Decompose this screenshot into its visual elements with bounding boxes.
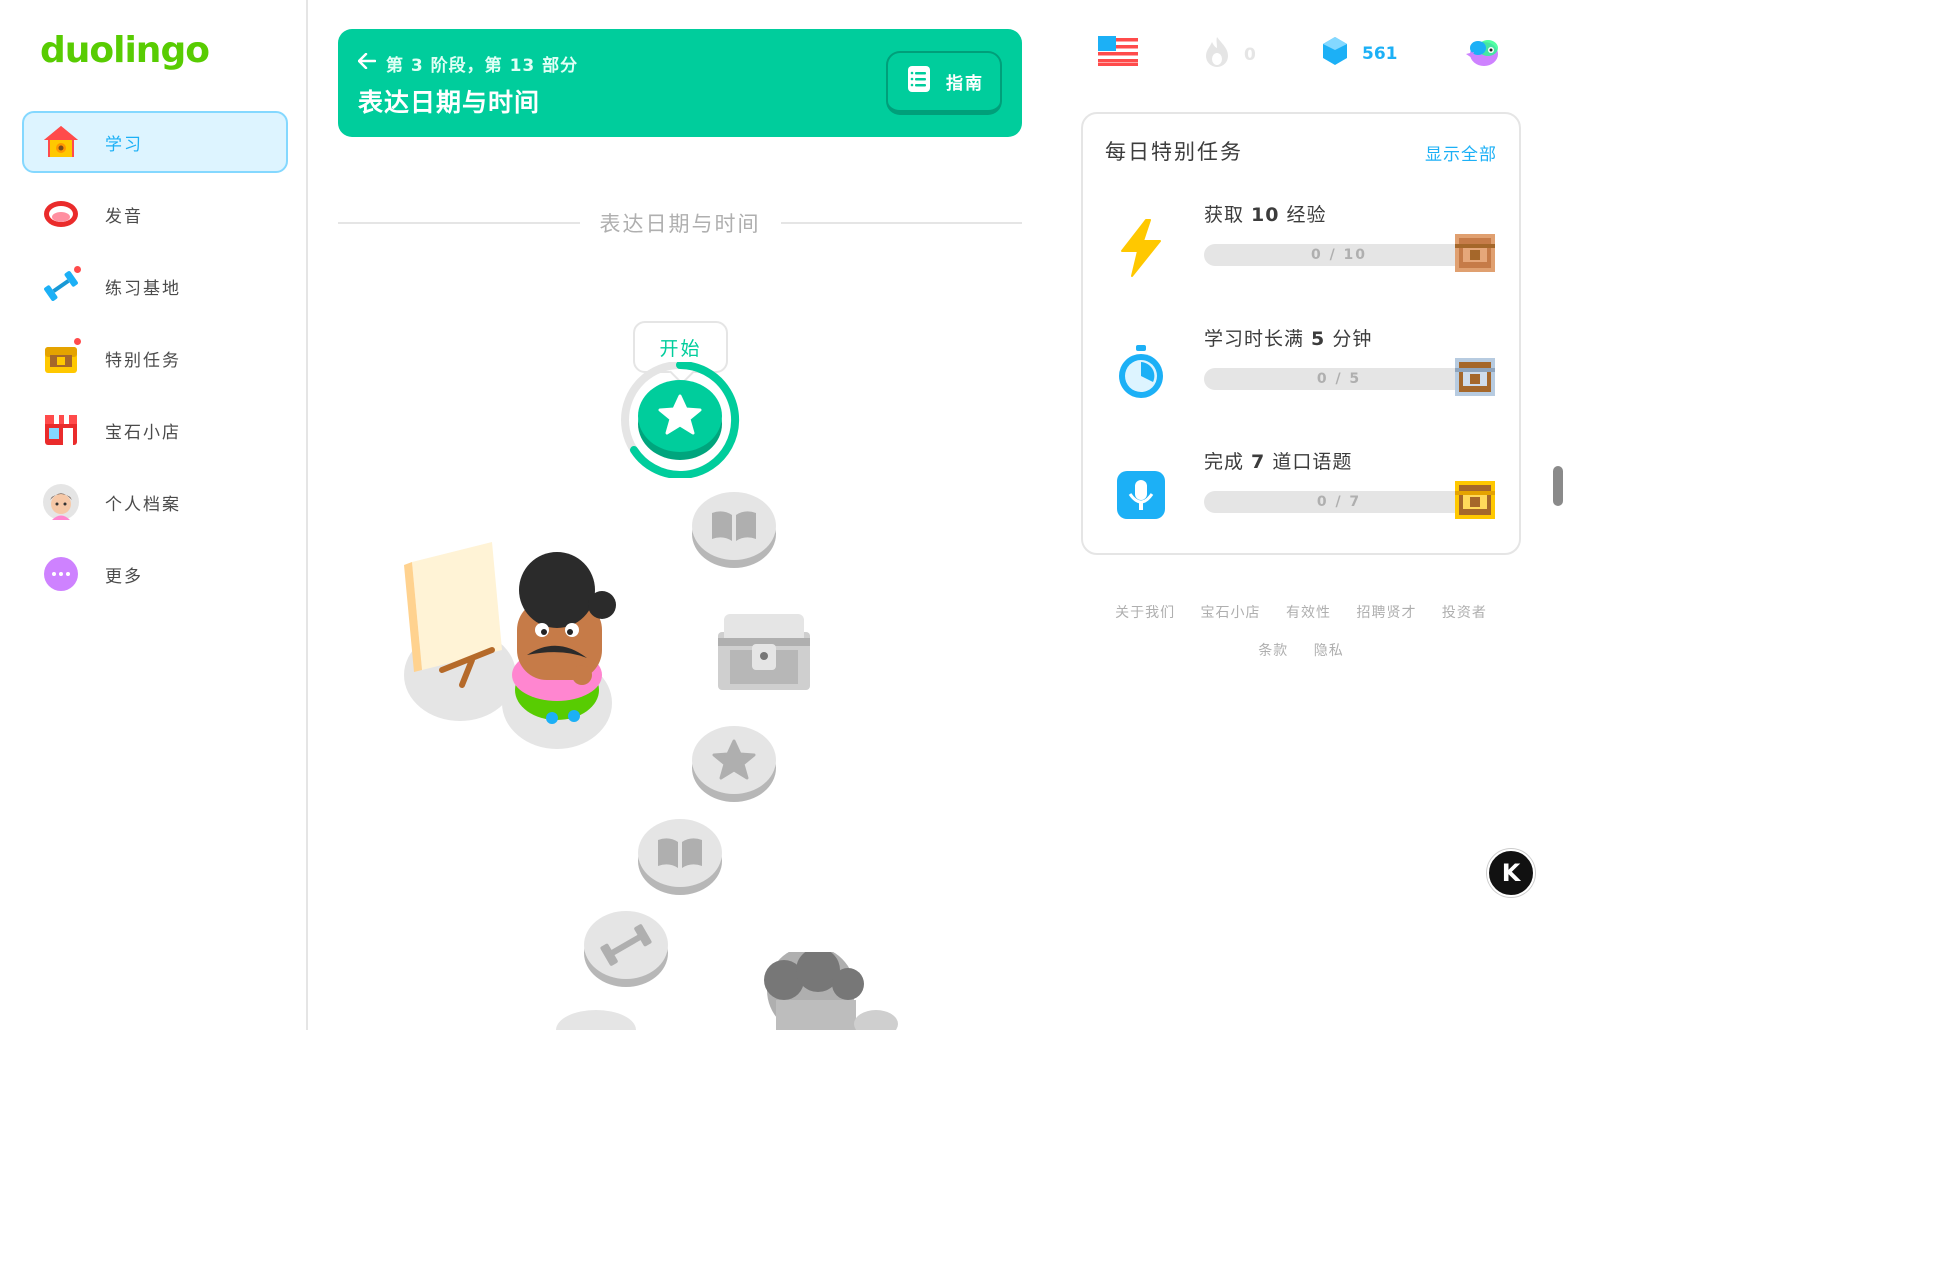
quest-progress-bar: 0 / 7 (1204, 491, 1474, 513)
sidebar-item-practice-hub[interactable]: 练习基地 (22, 255, 288, 317)
shop-icon (42, 411, 80, 449)
quest-progress-bar: 0 / 10 (1204, 244, 1474, 266)
notification-dot (72, 336, 83, 347)
sidebar-item-quests[interactable]: 特别任务 (22, 327, 288, 389)
flame-icon (1204, 36, 1230, 73)
microphone-icon (1113, 467, 1169, 523)
floating-extension-badge[interactable]: K (1487, 849, 1535, 897)
lock-icon (760, 652, 768, 660)
lesson-node-story[interactable] (636, 816, 724, 900)
quest-title: 获取 10 经验 (1204, 204, 1327, 226)
gems-count: 561 (1362, 43, 1398, 64)
unit-header: 第 3 阶段，第 13 部分 表达日期与时间 指南 (338, 29, 1022, 137)
quest-title: 学习时长满 5 分钟 (1204, 328, 1373, 350)
guide-button[interactable]: 指南 (886, 51, 1002, 115)
footer-links: 关于我们 宝石小店 有效性 招聘贤才 投资者 条款 隐私 (1081, 594, 1521, 670)
scrollbar-thumb[interactable] (1553, 466, 1563, 506)
quest-item: 学习时长满 5 分钟 0 / 5 (1083, 324, 1523, 434)
sidebar-item-label: 宝石小店 (105, 422, 181, 443)
more-dots-icon (42, 555, 80, 593)
sidebar-item-label: 特别任务 (105, 350, 181, 371)
treasure-chest-node[interactable] (714, 610, 814, 700)
divider-line (780, 222, 1022, 224)
sidebar-item-label: 个人档案 (105, 494, 181, 515)
unit-back-link[interactable]: 第 3 阶段，第 13 部分 (357, 51, 579, 76)
unit-breadcrumb: 第 3 阶段，第 13 部分 (386, 56, 579, 76)
guide-button-label: 指南 (946, 74, 984, 94)
stopwatch-icon (1113, 344, 1169, 400)
daily-quests-heading: 每日特别任务 (1105, 140, 1243, 164)
section-divider: 表达日期与时间 (338, 208, 1022, 238)
character-illustration-locked (556, 946, 902, 1050)
arrow-left-icon (357, 52, 377, 74)
lesson-node-current[interactable] (620, 361, 742, 482)
unit-title: 表达日期与时间 (358, 88, 541, 117)
silver-chest-icon (1455, 358, 1495, 400)
footer-row: 关于我们 宝石小店 有效性 招聘贤才 投资者 (1081, 594, 1521, 632)
sidebar-item-profile[interactable]: 个人档案 (22, 471, 288, 533)
lesson-node-story[interactable] (690, 489, 778, 573)
gem-icon (1322, 36, 1348, 71)
sidebar-item-label: 更多 (105, 566, 143, 587)
footer-link-efficacy[interactable]: 有效性 (1286, 605, 1331, 621)
sidebar-item-learn[interactable]: 学习 (22, 111, 288, 173)
treasure-chest-icon (42, 336, 83, 377)
sidebar-nav: 学习 发音 练习基地 特别任务 宝石小店 个人档案 更多 (22, 111, 288, 615)
sidebar-item-label: 发音 (105, 206, 143, 227)
super-duo-icon (1464, 36, 1502, 73)
footer-link-terms[interactable]: 条款 (1258, 643, 1288, 659)
quest-progress-bar: 0 / 5 (1204, 368, 1474, 390)
lesson-node-locked-star[interactable] (690, 723, 778, 807)
sidebar-item-more[interactable]: 更多 (22, 543, 288, 605)
daily-quests-card: 每日特别任务 显示全部 获取 10 经验 0 / 10 学习时长满 5 分钟 0… (1081, 112, 1521, 555)
dumbbell-icon (42, 264, 83, 305)
sidebar: duolingo 学习 发音 练习基地 特别任务 宝石小店 个人档案 更多 (0, 0, 308, 1030)
gold-chest-icon (1455, 481, 1495, 523)
duolingo-logo[interactable]: duolingo (40, 30, 210, 71)
mouth-icon (42, 195, 80, 233)
show-all-link[interactable]: 显示全部 (1425, 140, 1497, 165)
divider-line (338, 222, 580, 224)
footer-link-about[interactable]: 关于我们 (1115, 605, 1175, 621)
notification-dot (72, 264, 83, 275)
lightning-icon (1113, 219, 1169, 277)
home-icon (42, 123, 80, 161)
profile-avatar-icon (42, 483, 80, 521)
quest-item: 完成 7 道口语题 0 / 7 (1083, 447, 1523, 557)
language-selector[interactable] (1098, 36, 1138, 73)
sidebar-item-pronunciation[interactable]: 发音 (22, 183, 288, 245)
section-title: 表达日期与时间 (599, 212, 761, 236)
footer-link-shop[interactable]: 宝石小店 (1201, 605, 1261, 621)
footer-link-careers[interactable]: 招聘贤才 (1356, 605, 1416, 621)
guidebook-icon (904, 64, 934, 99)
sidebar-item-shop[interactable]: 宝石小店 (22, 399, 288, 461)
footer-link-privacy[interactable]: 隐私 (1314, 643, 1344, 659)
quest-title: 完成 7 道口语题 (1204, 451, 1353, 473)
footer-row: 条款 隐私 (1081, 632, 1521, 670)
bronze-chest-icon (1455, 234, 1495, 276)
sidebar-item-label: 学习 (105, 134, 143, 155)
character-illustration (402, 540, 632, 756)
us-flag-icon (1098, 36, 1138, 73)
top-stats-bar: 0 561 (1098, 36, 1508, 76)
gems-counter[interactable]: 561 (1322, 36, 1398, 71)
sidebar-item-label: 练习基地 (105, 278, 181, 299)
quest-item: 获取 10 经验 0 / 10 (1083, 200, 1523, 310)
streak-counter[interactable]: 0 (1204, 36, 1256, 73)
super-duolingo-button[interactable] (1464, 36, 1502, 73)
streak-count: 0 (1244, 44, 1256, 65)
footer-link-investors[interactable]: 投资者 (1442, 605, 1487, 621)
